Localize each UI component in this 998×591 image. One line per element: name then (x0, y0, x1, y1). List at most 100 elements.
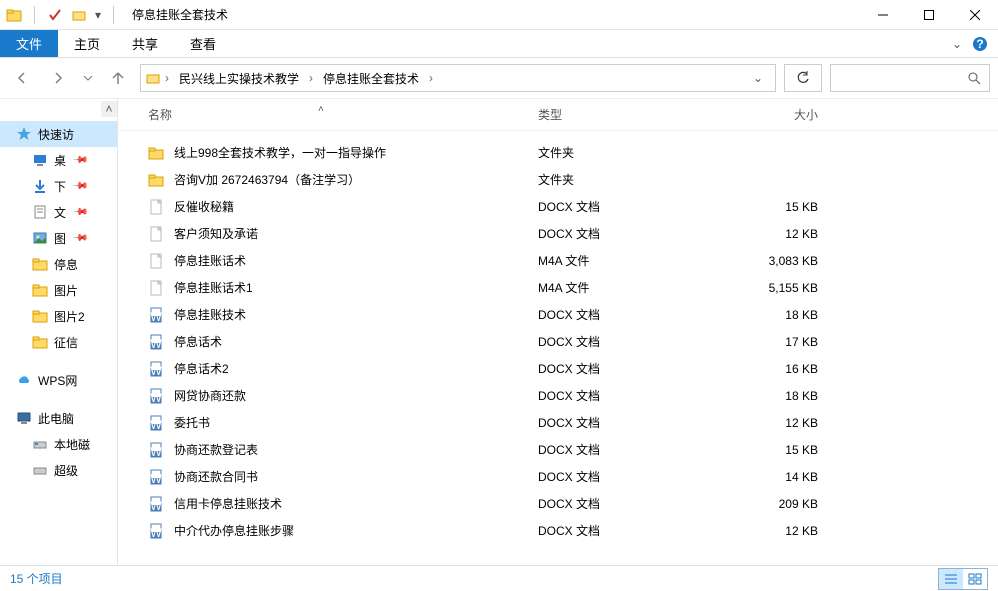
svg-text:W: W (150, 364, 162, 377)
up-button[interactable] (104, 64, 132, 92)
document-icon (32, 204, 48, 220)
file-name: 中介代办停息挂账步骤 (174, 522, 294, 539)
chevron-right-icon[interactable]: › (427, 71, 435, 85)
pin-icon: 📌 (72, 230, 89, 247)
file-name: 网贷协商还款 (174, 387, 246, 404)
column-header-name[interactable]: 名称 ˄ (118, 106, 538, 123)
back-button[interactable] (8, 64, 36, 92)
pin-icon: 📌 (72, 204, 89, 221)
file-row[interactable]: 线上998全套技术教学，一对一指导操作文件夹 (118, 139, 998, 166)
view-thumbnails-button[interactable] (963, 569, 987, 589)
blank-icon (148, 253, 164, 269)
ribbon-tab-share[interactable]: 共享 (116, 30, 174, 57)
file-row[interactable]: 停息挂账话术1M4A 文件5,155 KB (118, 274, 998, 301)
status-bar: 15 个项目 (0, 565, 998, 591)
breadcrumb[interactable]: › 民兴线上实操技术教学 › 停息挂账全套技术 › ⌄ (140, 64, 776, 92)
help-icon[interactable]: ? (972, 36, 988, 52)
file-row[interactable]: W协商还款登记表DOCX 文档15 KB (118, 436, 998, 463)
sidebar-item-label: 超级 (54, 462, 78, 479)
breadcrumb-dropdown-icon[interactable]: ⌄ (745, 71, 771, 85)
pin-icon: 📌 (72, 152, 89, 169)
docx-icon: W (148, 307, 164, 323)
file-name: 停息话术 (174, 333, 222, 350)
folder-icon (32, 282, 48, 298)
sidebar-item[interactable]: 停息 (0, 251, 117, 277)
file-name: 反催收秘籍 (174, 198, 234, 215)
file-row[interactable]: W信用卡停息挂账技术DOCX 文档209 KB (118, 490, 998, 517)
sort-indicator-icon: ˄ (318, 104, 324, 115)
forward-button[interactable] (44, 64, 72, 92)
sidebar-item[interactable]: 图片2 (0, 303, 117, 329)
scroll-up-icon[interactable]: ˄ (101, 101, 117, 117)
picture-icon (32, 230, 48, 246)
sidebar-item-label: 图 (54, 230, 66, 247)
ribbon-tab-file[interactable]: 文件 (0, 30, 58, 57)
sidebar-item-label: 此电脑 (38, 410, 74, 427)
drive-icon (32, 436, 48, 452)
breadcrumb-segment[interactable]: 民兴线上实操技术教学 (173, 68, 305, 89)
file-row[interactable]: W协商还款合同书DOCX 文档14 KB (118, 463, 998, 490)
close-button[interactable] (952, 0, 998, 30)
file-row[interactable]: W停息挂账技术DOCX 文档18 KB (118, 301, 998, 328)
file-name: 线上998全套技术教学，一对一指导操作 (174, 144, 386, 161)
sidebar-item-quick-access[interactable]: 快速访 (0, 121, 117, 147)
file-type: DOCX 文档 (538, 306, 718, 323)
file-type: 文件夹 (538, 171, 718, 188)
quick-access-toolbar: ▾ (0, 6, 124, 24)
maximize-button[interactable] (906, 0, 952, 30)
sidebar-item-super[interactable]: 超级 (0, 457, 117, 483)
recent-dropdown[interactable] (80, 64, 96, 92)
file-size: 15 KB (718, 443, 838, 457)
sidebar-item[interactable]: 桌📌 (0, 147, 117, 173)
column-header-type[interactable]: 类型 (538, 106, 718, 123)
file-row[interactable]: 停息挂账话术M4A 文件3,083 KB (118, 247, 998, 274)
sidebar-item-wps[interactable]: WPS网 (0, 367, 117, 393)
folder-small-icon[interactable] (71, 7, 87, 23)
file-row[interactable]: W网贷协商还款DOCX 文档18 KB (118, 382, 998, 409)
separator (113, 6, 114, 24)
file-name: 停息挂账技术 (174, 306, 246, 323)
ribbon-collapse-icon[interactable]: ⌄ (952, 37, 962, 51)
file-name: 协商还款登记表 (174, 441, 258, 458)
qat-dropdown-icon[interactable]: ▾ (95, 8, 101, 22)
chevron-right-icon[interactable]: › (163, 71, 171, 85)
ribbon-tab-home[interactable]: 主页 (58, 30, 116, 57)
file-row[interactable]: 客户须知及承诺DOCX 文档12 KB (118, 220, 998, 247)
view-details-button[interactable] (939, 569, 963, 589)
svg-text:W: W (150, 499, 162, 512)
svg-text:?: ? (976, 37, 983, 51)
file-type: DOCX 文档 (538, 495, 718, 512)
file-type: DOCX 文档 (538, 522, 718, 539)
sidebar-item[interactable]: 文📌 (0, 199, 117, 225)
pc-icon (16, 410, 32, 426)
search-box[interactable] (830, 64, 990, 92)
sidebar-item[interactable]: 图片 (0, 277, 117, 303)
svg-text:W: W (150, 418, 162, 431)
file-row[interactable]: W中介代办停息挂账步骤DOCX 文档12 KB (118, 517, 998, 544)
file-row[interactable]: 咨询V加 2672463794（备注学习）文件夹 (118, 166, 998, 193)
file-row[interactable]: W委托书DOCX 文档12 KB (118, 409, 998, 436)
properties-icon[interactable] (47, 7, 63, 23)
breadcrumb-segment[interactable]: 停息挂账全套技术 (317, 68, 425, 89)
file-name: 客户须知及承诺 (174, 225, 258, 242)
file-size: 3,083 KB (718, 254, 838, 268)
chevron-right-icon[interactable]: › (307, 71, 315, 85)
file-rows: 线上998全套技术教学，一对一指导操作文件夹咨询V加 2672463794（备注… (118, 131, 998, 565)
ribbon-tab-view[interactable]: 查看 (174, 30, 232, 57)
sidebar-item[interactable]: 下📌 (0, 173, 117, 199)
svg-text:W: W (150, 337, 162, 350)
sidebar-item[interactable]: 图📌 (0, 225, 117, 251)
navigation-pane: ˄ 快速访 桌📌下📌文📌图📌停息图片图片2征信 WPS网 此电脑 本地磁 (0, 99, 118, 565)
sidebar-item[interactable]: 征信 (0, 329, 117, 355)
file-size: 16 KB (718, 362, 838, 376)
sidebar-item-this-pc[interactable]: 此电脑 (0, 405, 117, 431)
file-row[interactable]: 反催收秘籍DOCX 文档15 KB (118, 193, 998, 220)
file-row[interactable]: W停息话术2DOCX 文档16 KB (118, 355, 998, 382)
sidebar-item-local-disk[interactable]: 本地磁 (0, 431, 117, 457)
refresh-button[interactable] (784, 64, 822, 92)
star-icon (16, 126, 32, 142)
minimize-button[interactable] (860, 0, 906, 30)
column-header-size[interactable]: 大小 (718, 106, 838, 123)
cloud-icon (16, 372, 32, 388)
file-row[interactable]: W停息话术DOCX 文档17 KB (118, 328, 998, 355)
